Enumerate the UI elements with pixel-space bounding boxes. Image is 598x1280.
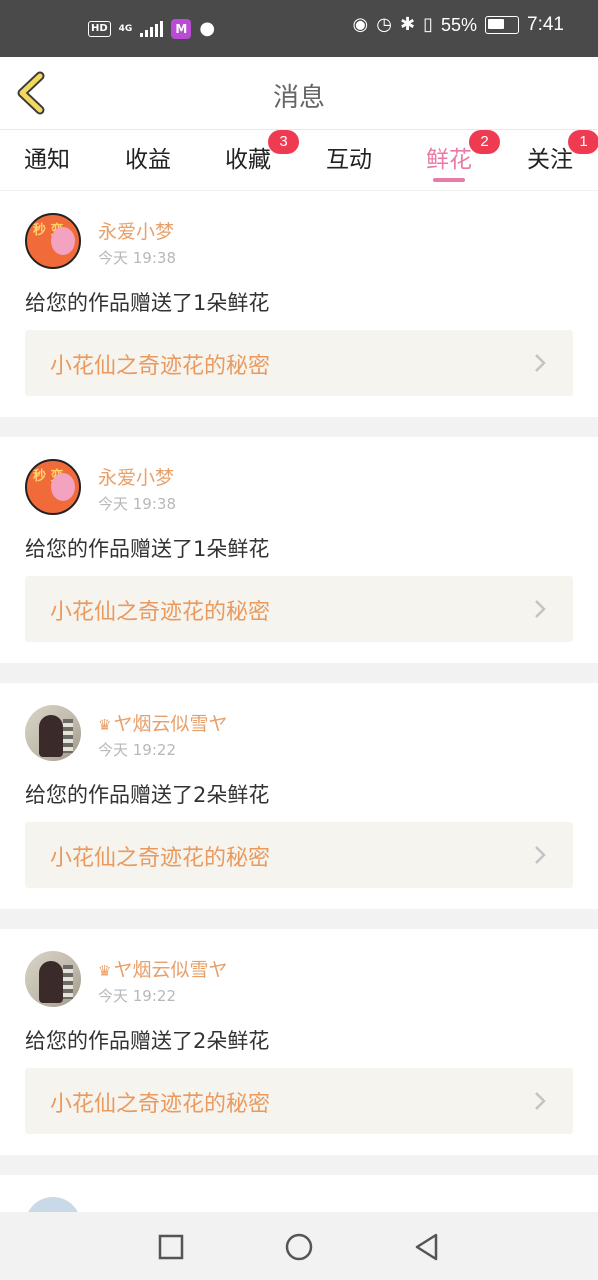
- back-nav-button[interactable]: [412, 1232, 442, 1262]
- timestamp: 今天 19:38: [98, 495, 176, 513]
- tab-flowers[interactable]: 鲜花 2: [426, 130, 500, 182]
- alarm-icon: ◷: [376, 14, 392, 35]
- timestamp: 今天 19:38: [98, 249, 176, 267]
- bluetooth-icon: ✱: [399, 14, 416, 35]
- message-text: 给您的作品赠送了1朵鲜花: [25, 291, 270, 315]
- work-link[interactable]: 小花仙之奇迹花的秘密: [25, 1068, 573, 1134]
- username[interactable]: 永爱小梦: [98, 217, 174, 244]
- message-text: 给您的作品赠送了1朵鲜花: [25, 537, 270, 561]
- message-card: ♛ ヤ烟云似雪ヤ 今天 19:22 给您的作品赠送了2朵鲜花 小花仙之奇迹花的秘密: [0, 683, 598, 909]
- chevron-right-icon: [535, 354, 546, 372]
- recent-apps-button[interactable]: [156, 1232, 186, 1262]
- network-label: 4G: [118, 23, 133, 34]
- work-title: 小花仙之奇迹花的秘密: [50, 846, 271, 871]
- tab-earnings[interactable]: 收益: [125, 140, 171, 174]
- clock: 7:41: [527, 14, 564, 35]
- tab-notifications[interactable]: 通知: [24, 140, 70, 174]
- avatar[interactable]: [25, 705, 81, 761]
- work-title: 小花仙之奇迹花的秘密: [50, 600, 271, 625]
- avatar[interactable]: 秒 变: [25, 213, 81, 269]
- message-card: ♛ ヤ烟云似雪ヤ 今天 19:22 给您的作品赠送了2朵鲜花 小花仙之奇迹花的秘密: [0, 929, 598, 1155]
- username-text: ヤ烟云似雪ヤ: [113, 713, 228, 735]
- work-title: 小花仙之奇迹花的秘密: [50, 1092, 271, 1117]
- avatar[interactable]: [25, 951, 81, 1007]
- tab-label: 关注: [527, 147, 573, 173]
- vibrate-icon: ▯: [423, 14, 433, 35]
- avatar-decoration: [63, 719, 73, 753]
- avatar[interactable]: 秒 变: [25, 459, 81, 515]
- timestamp: 今天 19:22: [98, 741, 176, 759]
- tab-following[interactable]: 关注 1: [527, 130, 598, 174]
- username[interactable]: ♛ ヤ烟云似雪ヤ: [98, 955, 227, 982]
- chevron-right-icon: [535, 1092, 546, 1110]
- home-button[interactable]: [284, 1232, 314, 1262]
- tab-interactions[interactable]: 互动: [326, 140, 372, 174]
- tab-label: 收益: [125, 147, 171, 173]
- username[interactable]: 永爱小梦: [98, 463, 174, 490]
- work-link[interactable]: 小花仙之奇迹花的秘密: [25, 330, 573, 396]
- tab-label: 互动: [326, 147, 372, 173]
- signal-icon: [140, 20, 164, 37]
- chevron-right-icon: [535, 600, 546, 618]
- pig-icon: [51, 473, 75, 501]
- work-link[interactable]: 小花仙之奇迹花的秘密: [25, 822, 573, 888]
- status-bar: HD 4G M ● ◉ ◷ ✱ ▯ 55% 7:41: [0, 0, 598, 57]
- crown-icon: ♛: [98, 716, 112, 734]
- unread-badge: 1: [568, 130, 598, 154]
- tab-label: 鲜花: [426, 147, 472, 173]
- system-nav-bar: [0, 1212, 598, 1280]
- work-link[interactable]: 小花仙之奇迹花的秘密: [25, 576, 573, 642]
- tab-bar: 通知 收益 收藏 3 互动 鲜花 2 关注 1: [0, 130, 598, 190]
- tab-label: 收藏: [225, 147, 271, 173]
- battery-percent: 55%: [440, 14, 478, 35]
- qq-icon: ●: [199, 18, 216, 39]
- work-title: 小花仙之奇迹花的秘密: [50, 354, 271, 379]
- avatar-figure: [39, 961, 63, 1003]
- message-card: 秒 变 永爱小梦 今天 19:38 给您的作品赠送了1朵鲜花 小花仙之奇迹花的秘…: [0, 437, 598, 663]
- chevron-right-icon: [535, 846, 546, 864]
- unread-badge: 2: [469, 130, 500, 154]
- tab-label: 通知: [24, 147, 70, 173]
- pig-icon: [51, 227, 75, 255]
- timestamp: 今天 19:22: [98, 987, 176, 1005]
- message-card-partial: [0, 1175, 598, 1215]
- avatar-decoration: [63, 965, 73, 999]
- unread-badge: 3: [268, 130, 299, 154]
- crown-icon: ♛: [98, 962, 112, 980]
- message-card: 秒 变 永爱小梦 今天 19:38 给您的作品赠送了1朵鲜花 小花仙之奇迹花的秘…: [0, 191, 598, 417]
- message-text: 给您的作品赠送了2朵鲜花: [25, 1029, 270, 1053]
- username-text: ヤ烟云似雪ヤ: [113, 959, 228, 981]
- tab-favorites[interactable]: 收藏 3: [225, 130, 299, 174]
- username[interactable]: ♛ ヤ烟云似雪ヤ: [98, 709, 227, 736]
- app-notification-icon: M: [171, 18, 192, 39]
- page-title: 消息: [272, 83, 325, 113]
- avatar-figure: [39, 715, 63, 757]
- active-tab-indicator: [433, 178, 465, 182]
- hd-icon: HD: [88, 20, 111, 37]
- battery-icon: [485, 16, 520, 34]
- header: 消息: [0, 57, 598, 130]
- message-text: 给您的作品赠送了2朵鲜花: [25, 783, 270, 807]
- eye-icon: ◉: [352, 14, 369, 35]
